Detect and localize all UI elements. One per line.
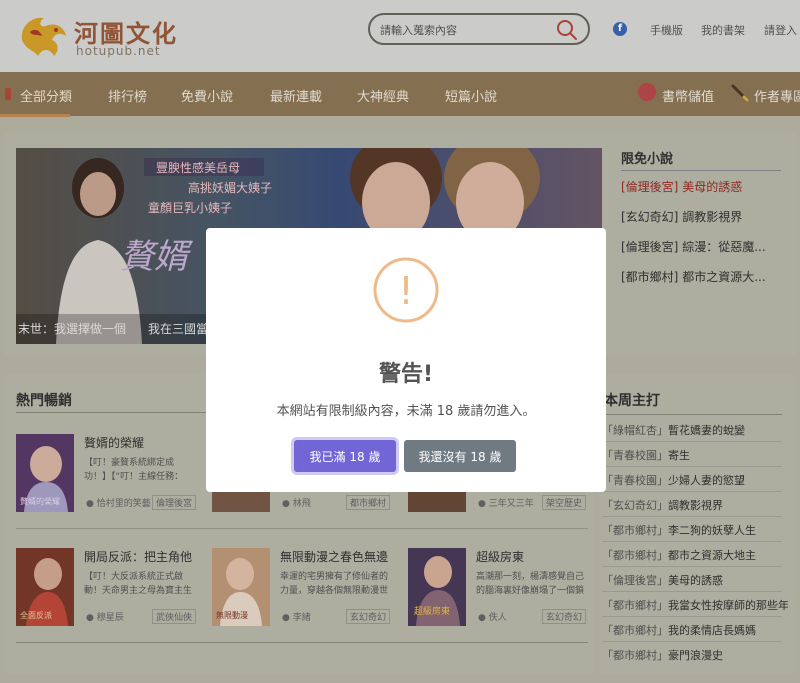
dialog-title: 警告! (378, 362, 434, 387)
warning-icon: ! (373, 257, 439, 323)
dialog-message: 本網站有限制級內容，未滿 18 歲請勿進入。 (276, 404, 536, 419)
svg-text:!: ! (398, 269, 413, 313)
age-warning-dialog: ! 警告! 本網站有限制級內容，未滿 18 歲請勿進入。 我已滿 18 歲 我還… (206, 228, 606, 492)
not-adult-button[interactable]: 我還沒有 18 歲 (404, 440, 516, 472)
confirm-adult-button[interactable]: 我已滿 18 歲 (294, 440, 396, 472)
